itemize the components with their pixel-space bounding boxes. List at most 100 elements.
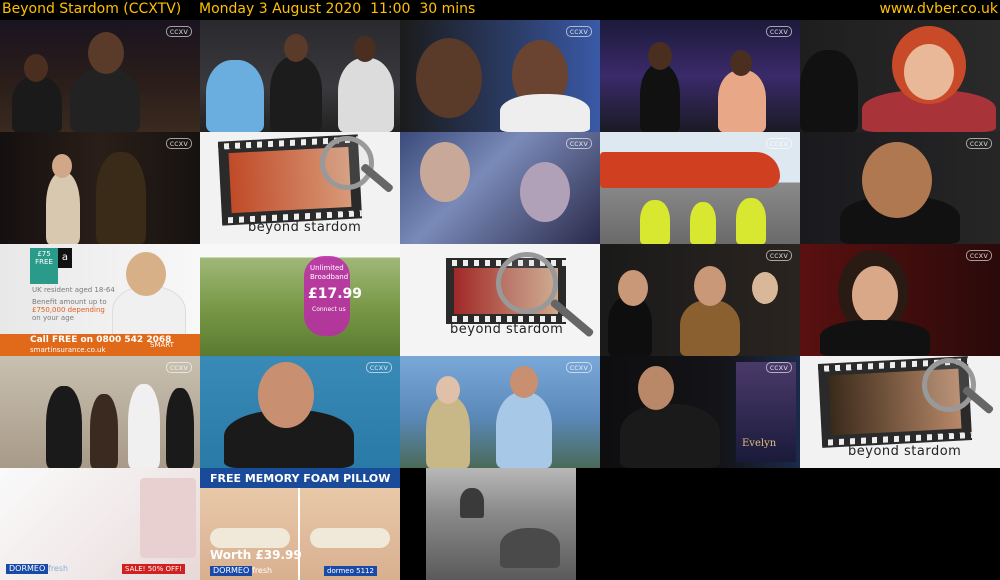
figure: [52, 154, 72, 178]
figure: [128, 384, 160, 468]
magnifier: [496, 252, 558, 314]
thumbnail-r3c4[interactable]: ccxv: [600, 244, 800, 356]
film-poster: Evelyn: [736, 362, 796, 462]
ad-code: dormeo 5112: [324, 566, 377, 576]
figure: [166, 388, 194, 468]
figure: [820, 320, 930, 356]
ad-logo-suffix: fresh: [252, 566, 273, 575]
thumbnail-r5c2[interactable]: FREE MEMORY FOAM PILLOW Worth £39.99 DOR…: [200, 468, 400, 580]
ad-text: £750,000 depending: [32, 306, 105, 314]
ad-brand: SMART: [150, 341, 174, 349]
thumbnail-r4c2[interactable]: ccxv: [200, 356, 400, 468]
figure: [436, 376, 460, 404]
pillow: [310, 528, 390, 548]
figure: [416, 38, 482, 118]
ad-text: on your age: [32, 314, 74, 322]
thumbnail-r3c5[interactable]: ccxv: [800, 244, 1000, 356]
pillow: [210, 528, 290, 548]
figure: [852, 266, 898, 324]
ad-headline: FREE MEMORY FOAM PILLOW: [210, 472, 391, 485]
thumbnail-r1c3[interactable]: ccxv: [400, 20, 600, 132]
figure: [420, 142, 470, 202]
thumbnail-r5c1[interactable]: DORMEO fresh SALE! 50% OFF!: [0, 468, 200, 580]
ad-text: Connect us: [312, 306, 346, 313]
product-image: [140, 478, 196, 558]
thumbnail-r3c1[interactable]: £75 FREE a UK resident aged 18-64 Benefi…: [0, 244, 200, 356]
figure: [620, 404, 720, 468]
figure: [270, 56, 322, 132]
thumbnail-r1c5[interactable]: [800, 20, 1000, 132]
figure: [752, 272, 778, 304]
channel-logo: ccxv: [165, 362, 192, 373]
channel-logo: ccxv: [565, 138, 592, 149]
figure: [96, 152, 146, 244]
thumbnail-r4c4[interactable]: Evelyn ccxv: [600, 356, 800, 468]
thumbnail-r1c2[interactable]: [200, 20, 400, 132]
figure: [90, 394, 118, 468]
aircraft: [600, 152, 780, 188]
figure: [88, 32, 124, 74]
ad-text: Benefit amount up to: [32, 298, 107, 306]
figure: [496, 392, 552, 468]
figure: [520, 162, 570, 222]
thumbnail-r2c1[interactable]: ccxv: [0, 132, 200, 244]
thumbnail-grid: ccxv ccxv ccxv ccxv beyond stardom ccxv …: [0, 20, 1000, 580]
poster-title: Evelyn: [742, 438, 777, 449]
figure: [126, 252, 166, 296]
figure: [638, 366, 674, 410]
figure: [500, 528, 560, 568]
channel-logo: ccxv: [165, 26, 192, 37]
figure: [618, 270, 648, 306]
brand-text: beyond stardom: [248, 220, 362, 235]
figure: [862, 142, 932, 218]
thumbnail-r3c2[interactable]: Unlimited Broadband £17.99 Connect us: [200, 244, 400, 356]
channel-logo: ccxv: [565, 362, 592, 373]
ad-logo-suffix: fresh: [48, 564, 69, 573]
ad-text: Broadband: [310, 273, 349, 281]
ad-text: UK resident aged 18-64: [32, 286, 115, 294]
channel-logo: ccxv: [765, 362, 792, 373]
figure: [46, 172, 80, 244]
figure: [800, 50, 858, 132]
figure: [284, 34, 308, 62]
channel-logo: ccxv: [765, 26, 792, 37]
figure: [12, 76, 62, 132]
figure: [338, 58, 394, 132]
thumbnail-r2c5[interactable]: ccxv: [800, 132, 1000, 244]
site-link[interactable]: www.dvber.co.uk: [879, 0, 998, 18]
ad-price: Worth £39.99: [210, 548, 302, 562]
ad-price: £17.99: [308, 286, 363, 302]
ad-logo: DORMEO: [210, 566, 253, 576]
thumbnail-r2c3[interactable]: ccxv: [400, 132, 600, 244]
ad-logo: a: [58, 248, 72, 268]
figure: [648, 42, 672, 70]
figure: [904, 44, 954, 100]
figure: [510, 366, 538, 398]
brand-text: beyond stardom: [450, 322, 564, 337]
thumbnail-r3c3[interactable]: beyond stardom: [400, 244, 600, 356]
thumbnail-r4c3[interactable]: ccxv: [400, 356, 600, 468]
ad-badge: £75 FREE: [30, 248, 58, 284]
channel-logo: ccxv: [765, 250, 792, 261]
thumbnail-r1c4[interactable]: ccxv: [600, 20, 800, 132]
thumbnail-r1c1[interactable]: ccxv: [0, 20, 200, 132]
ad-text: Unlimited: [310, 264, 344, 272]
channel-logo: ccxv: [165, 138, 192, 149]
header-bar: Beyond Stardom (CCXTV) Monday 3 August 2…: [0, 0, 1000, 20]
programme-title: Beyond Stardom (CCXTV) Monday 3 August 2…: [2, 1, 476, 17]
thumbnail-r5c3[interactable]: [400, 468, 600, 580]
figure: [680, 300, 740, 356]
thumbnail-r4c5[interactable]: beyond stardom: [800, 356, 1000, 468]
figure: [694, 266, 726, 306]
figure: [258, 362, 314, 428]
thumbnail-r4c1[interactable]: ccxv: [0, 356, 200, 468]
brand-text: beyond stardom: [848, 444, 962, 459]
figure: [426, 396, 470, 468]
figure: [500, 94, 590, 132]
thumbnail-r2c2[interactable]: beyond stardom: [200, 132, 400, 244]
channel-logo: ccxv: [965, 250, 992, 261]
thumbnail-r2c4[interactable]: ccxv: [600, 132, 800, 244]
figure: [736, 198, 766, 244]
figure: [206, 60, 264, 132]
channel-logo: ccxv: [965, 138, 992, 149]
